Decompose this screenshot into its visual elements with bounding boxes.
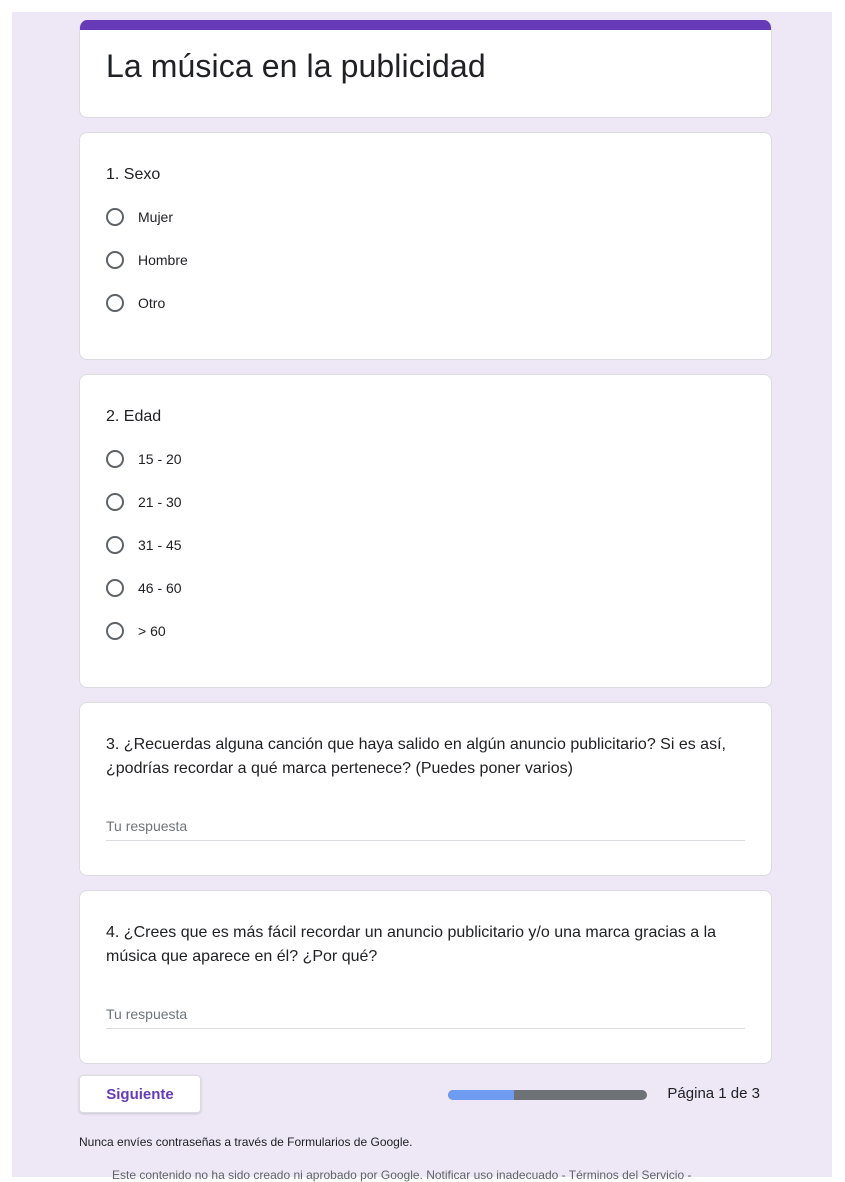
option-label: 21 - 30	[138, 494, 182, 510]
option-label: 31 - 45	[138, 537, 182, 553]
form-title: La música en la publicidad	[106, 48, 486, 84]
radio-group: 15 - 20 21 - 30 31 - 45 46 - 60 > 60	[106, 447, 745, 643]
radio-option-46-60[interactable]: 46 - 60	[106, 576, 745, 600]
option-label: 46 - 60	[138, 580, 182, 596]
option-label: 15 - 20	[138, 451, 182, 467]
question-card-cancion: 3. ¿Recuerdas alguna canción que haya sa…	[79, 702, 772, 876]
question-title: 4. ¿Crees que es más fácil recordar un a…	[106, 924, 717, 965]
question-title: 2. Edad	[106, 408, 162, 425]
option-label: > 60	[138, 623, 166, 639]
radio-button-icon[interactable]	[106, 622, 124, 640]
radio-option-31-45[interactable]: 31 - 45	[106, 533, 745, 557]
header-accent-bar	[80, 20, 771, 30]
question-title: 1. Sexo	[106, 166, 161, 183]
answer-input[interactable]: Tu respuesta	[106, 818, 745, 841]
radio-option-15-20[interactable]: 15 - 20	[106, 447, 745, 471]
next-button[interactable]: Siguiente	[79, 1075, 201, 1113]
answer-input[interactable]: Tu respuesta	[106, 1006, 745, 1029]
page-indicator: Página 1 de 3	[667, 1085, 760, 1102]
radio-option-otro[interactable]: Otro	[106, 291, 745, 315]
form-container: La música en la publicidad 1. Sexo Mujer…	[79, 20, 772, 1078]
question-card-sexo: 1. Sexo Mujer Hombre Otro	[79, 132, 772, 360]
legal-footer: Este contenido no ha sido creado ni apro…	[112, 1168, 692, 1182]
option-label: Otro	[138, 295, 166, 311]
radio-button-icon[interactable]	[106, 208, 124, 226]
radio-option-over-60[interactable]: > 60	[106, 619, 745, 643]
question-card-edad: 2. Edad 15 - 20 21 - 30 31 - 45 46 - 60 …	[79, 374, 772, 688]
question-card-recordar: 4. ¿Crees que es más fácil recordar un a…	[79, 890, 772, 1064]
option-label: Mujer	[138, 209, 174, 225]
question-title: 3. ¿Recuerdas alguna canción que haya sa…	[106, 736, 726, 777]
radio-option-hombre[interactable]: Hombre	[106, 248, 745, 272]
navigation-row: Siguiente Página 1 de 3	[79, 1075, 772, 1115]
progress-bar-fill	[448, 1090, 514, 1100]
radio-option-mujer[interactable]: Mujer	[106, 205, 745, 229]
option-label: Hombre	[138, 252, 188, 268]
radio-button-icon[interactable]	[106, 251, 124, 269]
radio-button-icon[interactable]	[106, 579, 124, 597]
radio-button-icon[interactable]	[106, 493, 124, 511]
radio-button-icon[interactable]	[106, 536, 124, 554]
radio-button-icon[interactable]	[106, 294, 124, 312]
form-header-card: La música en la publicidad	[79, 20, 772, 118]
password-warning: Nunca envíes contraseñas a través de For…	[79, 1135, 413, 1149]
radio-group: Mujer Hombre Otro	[106, 205, 745, 315]
radio-option-21-30[interactable]: 21 - 30	[106, 490, 745, 514]
progress-bar	[448, 1090, 647, 1100]
radio-button-icon[interactable]	[106, 450, 124, 468]
